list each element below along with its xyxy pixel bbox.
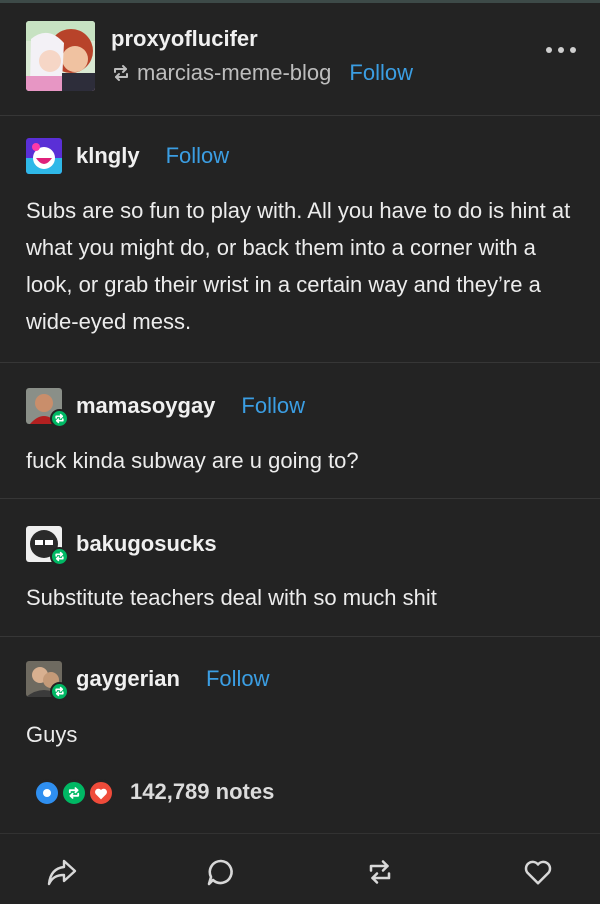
follow-button[interactable]: Follow: [206, 666, 270, 692]
reply-icon[interactable]: [205, 856, 237, 888]
post-card: proxyoflucifer marcias-meme-blog Follow: [0, 3, 600, 904]
trail-blog-name[interactable]: klngly: [76, 143, 140, 169]
reblog-badge-icon: [50, 682, 69, 701]
trail-header: klngly Follow: [26, 138, 229, 174]
notes-icons: [33, 777, 117, 807]
avatar[interactable]: [26, 661, 69, 701]
follow-button[interactable]: Follow: [241, 393, 305, 419]
trail-header: mamasoygay Follow: [26, 388, 305, 428]
trail-blog-name[interactable]: gaygerian: [76, 666, 180, 692]
follow-button[interactable]: Follow: [349, 60, 413, 86]
blog-name[interactable]: proxyoflucifer: [111, 26, 258, 52]
notes-summary[interactable]: 142,789 notes: [33, 774, 274, 810]
trail-text: fuck kinda subway are u going to?: [26, 448, 359, 473]
trail-text: Subs are so fun to play with. All you ha…: [26, 198, 571, 334]
divider: [0, 636, 600, 637]
reblog-icon: [111, 63, 131, 83]
notes-count[interactable]: 142,789 notes: [130, 779, 274, 805]
reblog-icon: [60, 779, 88, 807]
reblog-badge-icon: [50, 547, 69, 566]
reblog-badge-icon: [50, 409, 69, 428]
reblog-icon[interactable]: [364, 856, 396, 888]
divider: [0, 115, 600, 116]
follow-button[interactable]: Follow: [166, 143, 230, 169]
trail-blog-name[interactable]: bakugosucks: [76, 531, 217, 557]
trail-header: bakugosucks: [26, 526, 217, 566]
avatar[interactable]: [26, 138, 62, 174]
reblogged-from-line: marcias-meme-blog Follow: [111, 59, 413, 87]
anime-avatar-icon[interactable]: [26, 21, 95, 91]
divider: [0, 362, 600, 363]
trail-text: Substitute teachers deal with so much sh…: [26, 585, 437, 610]
like-icon: [87, 779, 115, 807]
more-options-icon[interactable]: [546, 47, 576, 57]
avatar[interactable]: [26, 388, 69, 428]
trail-text: Guys: [26, 722, 78, 747]
post-action-bar: [0, 833, 600, 903]
avatar[interactable]: [26, 526, 69, 566]
reblog-source-blog[interactable]: marcias-meme-blog: [137, 60, 331, 86]
trail-blog-name[interactable]: mamasoygay: [76, 393, 215, 419]
trail-header: gaygerian Follow: [26, 661, 270, 701]
divider: [0, 498, 600, 499]
share-icon[interactable]: [46, 856, 78, 888]
like-icon[interactable]: [522, 856, 554, 888]
post-header: proxyoflucifer marcias-meme-blog Follow: [0, 3, 600, 115]
comment-icon: [33, 779, 61, 807]
